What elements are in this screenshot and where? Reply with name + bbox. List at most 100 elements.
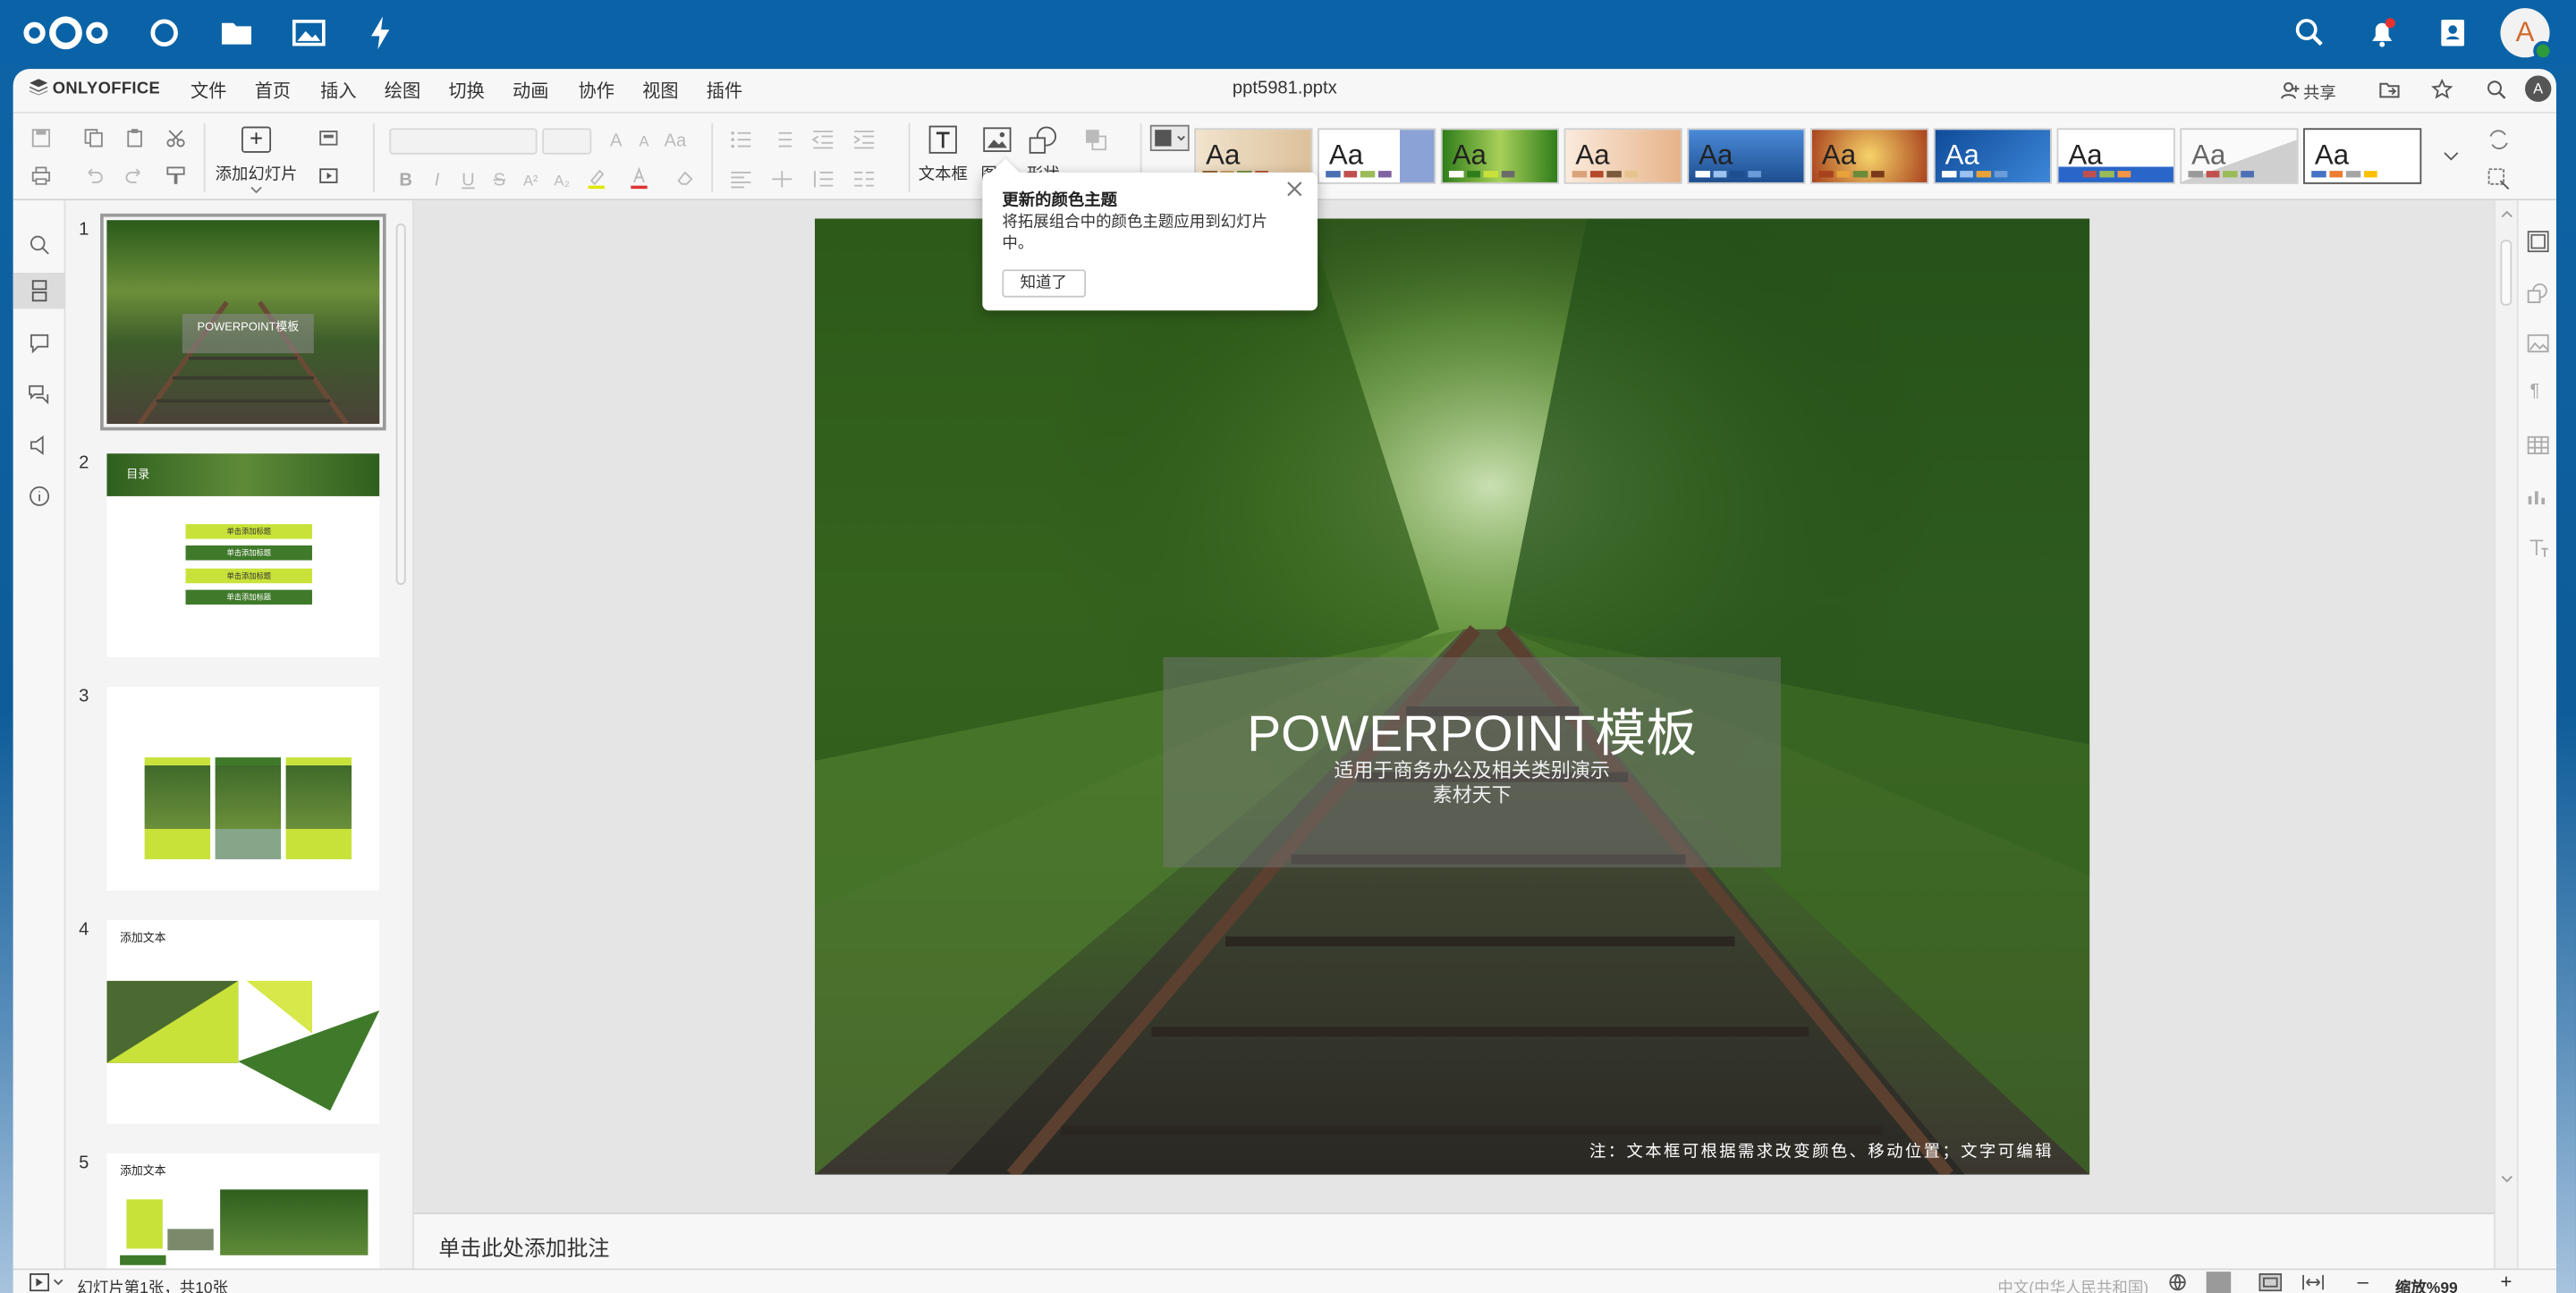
save-icon[interactable] (30, 126, 53, 149)
strikethrough-icon[interactable]: S (487, 169, 511, 192)
slide-settings-icon[interactable] (2527, 230, 2550, 253)
theme-option[interactable]: Aa (1687, 128, 1806, 184)
subscript-icon[interactable]: A₂ (550, 169, 573, 192)
slide-title[interactable]: POWERPOINT模板 (1163, 692, 1781, 766)
replace-icon[interactable] (2487, 128, 2511, 151)
photos-icon[interactable] (289, 13, 328, 53)
slide-thumbnail-1[interactable]: POWERPOINT模板 (100, 213, 386, 431)
bold-icon[interactable]: B (394, 169, 418, 192)
superscript-icon[interactable]: A² (519, 169, 542, 192)
slide-thumbnail-4[interactable]: 添加文本 (106, 919, 380, 1124)
chat-icon[interactable] (28, 383, 51, 406)
select-all-icon[interactable] (2487, 167, 2511, 190)
activity-icon[interactable] (361, 13, 401, 53)
language-globe-icon[interactable] (2168, 1273, 2186, 1291)
contacts-icon[interactable] (2433, 13, 2472, 53)
theme-option[interactable]: Aa (2180, 128, 2299, 184)
nextcloud-logo-icon[interactable] (20, 13, 112, 53)
highlight-color-icon[interactable] (585, 166, 608, 190)
picture-icon[interactable] (982, 125, 1012, 155)
numbering-icon[interactable] (770, 128, 793, 151)
text-art-settings-icon[interactable] (2527, 536, 2550, 559)
increase-indent-icon[interactable] (852, 128, 876, 151)
cut-icon[interactable] (165, 126, 188, 149)
fit-to-slide-icon[interactable] (2258, 1272, 2283, 1292)
about-info-icon[interactable] (28, 485, 51, 508)
copy-icon[interactable] (82, 126, 106, 149)
feedback-speaker-icon[interactable] (28, 434, 51, 457)
open-location-icon[interactable] (2379, 80, 2401, 100)
notifications-bell-icon[interactable] (2362, 13, 2402, 53)
slide-subtitle[interactable]: 适用于商务办公及相关类别演示 素材天下 (1163, 759, 1781, 808)
start-slideshow-icon[interactable] (318, 165, 342, 188)
thumbnails-scrollbar[interactable] (395, 223, 406, 586)
slide-canvas[interactable]: POWERPOINT模板 适用于商务办公及相关类别演示 素材天下 注：文本框可根据… (413, 200, 2495, 1213)
text-box-button[interactable]: 文本框 (913, 159, 972, 184)
change-theme-colors-icon[interactable] (1149, 124, 1190, 152)
scroll-thumb[interactable] (2500, 240, 2512, 306)
language-indicator[interactable]: 中文(中华人民共和国) (1997, 1275, 2148, 1293)
close-icon[interactable] (1284, 179, 1304, 199)
files-icon[interactable] (216, 13, 256, 53)
zoom-level[interactable]: 缩放%99 (2395, 1275, 2458, 1293)
search-document-icon[interactable] (2486, 79, 2507, 100)
theme-option[interactable]: Aa (1563, 128, 1682, 184)
font-size-select[interactable] (542, 128, 592, 155)
vertical-align-icon[interactable] (770, 167, 793, 190)
current-slide[interactable]: POWERPOINT模板 适用于商务办公及相关类别演示 素材天下 注：文本框可根据… (815, 218, 2090, 1175)
decrease-indent-icon[interactable] (811, 128, 835, 151)
add-slide-icon[interactable]: + (241, 126, 272, 153)
text-box-icon[interactable] (928, 125, 958, 155)
slide-footnote[interactable]: 注：文本框可根据需求改变颜色、移动位置；文字可编辑 (1589, 1137, 2054, 1162)
chart-settings-icon[interactable] (2527, 485, 2550, 508)
print-icon[interactable] (30, 165, 53, 188)
slides-panel-icon[interactable] (28, 279, 51, 302)
vertical-scrollbar[interactable] (2494, 200, 2517, 1269)
underline-icon[interactable]: U (457, 169, 480, 192)
font-name-select[interactable] (389, 128, 538, 155)
slide-thumbnail-2[interactable]: 目录 单击添加标题 单击添加标题 单击添加标题 单击添加标题 (106, 453, 380, 657)
paragraph-settings-icon[interactable]: ¶ (2530, 381, 2540, 401)
fit-to-width-icon[interactable] (2301, 1273, 2325, 1291)
clear-style-icon[interactable] (674, 166, 697, 190)
theme-option[interactable]: Aa (1933, 128, 2053, 184)
zoom-in-button[interactable]: + (2500, 1270, 2512, 1293)
shape-settings-icon[interactable] (2527, 281, 2550, 304)
slide-counter[interactable]: 幻灯片第1张，共10张 (77, 1275, 228, 1293)
scroll-up-icon[interactable] (2500, 207, 2513, 221)
speaker-notes[interactable]: 单击此处添加批注 (413, 1213, 2495, 1269)
theme-option[interactable]: Aa (2056, 128, 2175, 184)
redo-icon[interactable] (123, 165, 147, 188)
bullets-icon[interactable] (729, 128, 752, 151)
favorite-star-icon[interactable] (2431, 79, 2453, 100)
theme-option[interactable]: Aa (1440, 128, 1560, 184)
arrange-icon[interactable] (1084, 128, 1107, 151)
theme-option[interactable]: Aa (1810, 128, 1929, 184)
slide-thumbnail-3[interactable] (106, 687, 380, 891)
search-icon[interactable] (2290, 13, 2329, 53)
align-left-icon[interactable] (729, 167, 752, 190)
slideshow-play-icon[interactable] (30, 1272, 50, 1292)
italic-icon[interactable]: I (426, 169, 449, 192)
share-button[interactable]: 共享 (2303, 79, 2336, 104)
got-it-button[interactable]: 知道了 (1002, 269, 1086, 298)
decrease-font-icon[interactable]: A (632, 130, 656, 153)
shape-icon[interactable] (1029, 125, 1058, 155)
scroll-down-icon[interactable] (2500, 1173, 2513, 1187)
share-user-icon[interactable] (2280, 80, 2300, 100)
search-panel-icon[interactable] (28, 233, 51, 257)
zoom-out-button[interactable]: – (2358, 1270, 2368, 1293)
table-settings-icon[interactable] (2527, 434, 2550, 457)
theme-gallery-expand-icon[interactable] (2439, 145, 2462, 168)
format-painter-icon[interactable] (165, 165, 188, 188)
font-color-icon[interactable] (628, 166, 651, 190)
paste-icon[interactable] (123, 126, 147, 149)
chevron-down-icon[interactable] (245, 179, 268, 202)
theme-option[interactable]: Aa (1318, 128, 1436, 184)
comments-icon[interactable] (28, 332, 51, 355)
slide-thumbnail-5[interactable]: 添加文本 (106, 1153, 380, 1269)
change-case-icon[interactable]: Aa (664, 130, 687, 153)
editor-user-avatar[interactable]: A (2525, 75, 2552, 102)
slide-layout-icon[interactable] (318, 126, 342, 149)
chevron-down-icon[interactable] (53, 1277, 64, 1289)
